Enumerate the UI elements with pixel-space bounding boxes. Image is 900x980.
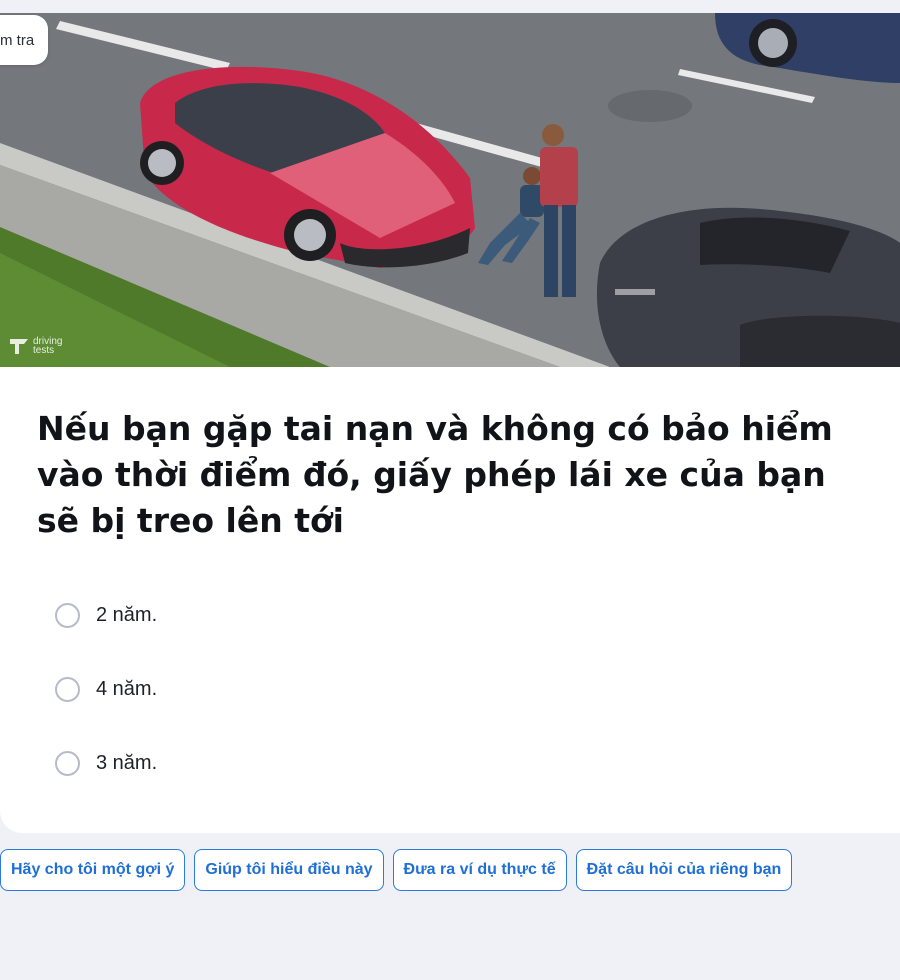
- watermark-logo: driving tests: [8, 336, 73, 356]
- dark-car: [596, 207, 900, 367]
- ask-own-question-button[interactable]: Đặt câu hỏi của riêng bạn: [575, 849, 793, 891]
- test-tag-pill[interactable]: m tra: [0, 15, 49, 65]
- radio-button[interactable]: [55, 677, 80, 702]
- radio-button[interactable]: [55, 751, 80, 776]
- accident-illustration: [0, 13, 900, 367]
- answer-option-1[interactable]: 2 năm.: [55, 603, 157, 628]
- answer-option-label: 4 năm.: [96, 678, 158, 700]
- real-example-button[interactable]: Đưa ra ví dụ thực tế: [392, 849, 567, 891]
- logo-text: driving tests: [33, 336, 63, 356]
- explain-button[interactable]: Giúp tôi hiểu điều này: [194, 849, 384, 891]
- answer-option-3[interactable]: 3 năm.: [55, 751, 157, 776]
- answer-option-2[interactable]: 4 năm.: [55, 677, 157, 702]
- logo-icon: [10, 339, 28, 354]
- question-card: driving tests m tra Nếu bạn gặp tai nạn …: [0, 13, 900, 833]
- question-text: Nếu bạn gặp tai nạn và không có bảo hiểm…: [37, 409, 833, 540]
- ai-help-actions: Hãy cho tôi một gợi ý Giúp tôi hiểu điều…: [0, 849, 793, 891]
- hint-button[interactable]: Hãy cho tôi một gợi ý: [0, 849, 186, 891]
- test-tag-label: m tra: [0, 31, 35, 49]
- answer-option-label: 2 năm.: [96, 604, 158, 626]
- accident-scene-image: driving tests: [0, 13, 900, 367]
- radio-button[interactable]: [55, 603, 80, 628]
- answer-option-label: 3 năm.: [96, 752, 158, 774]
